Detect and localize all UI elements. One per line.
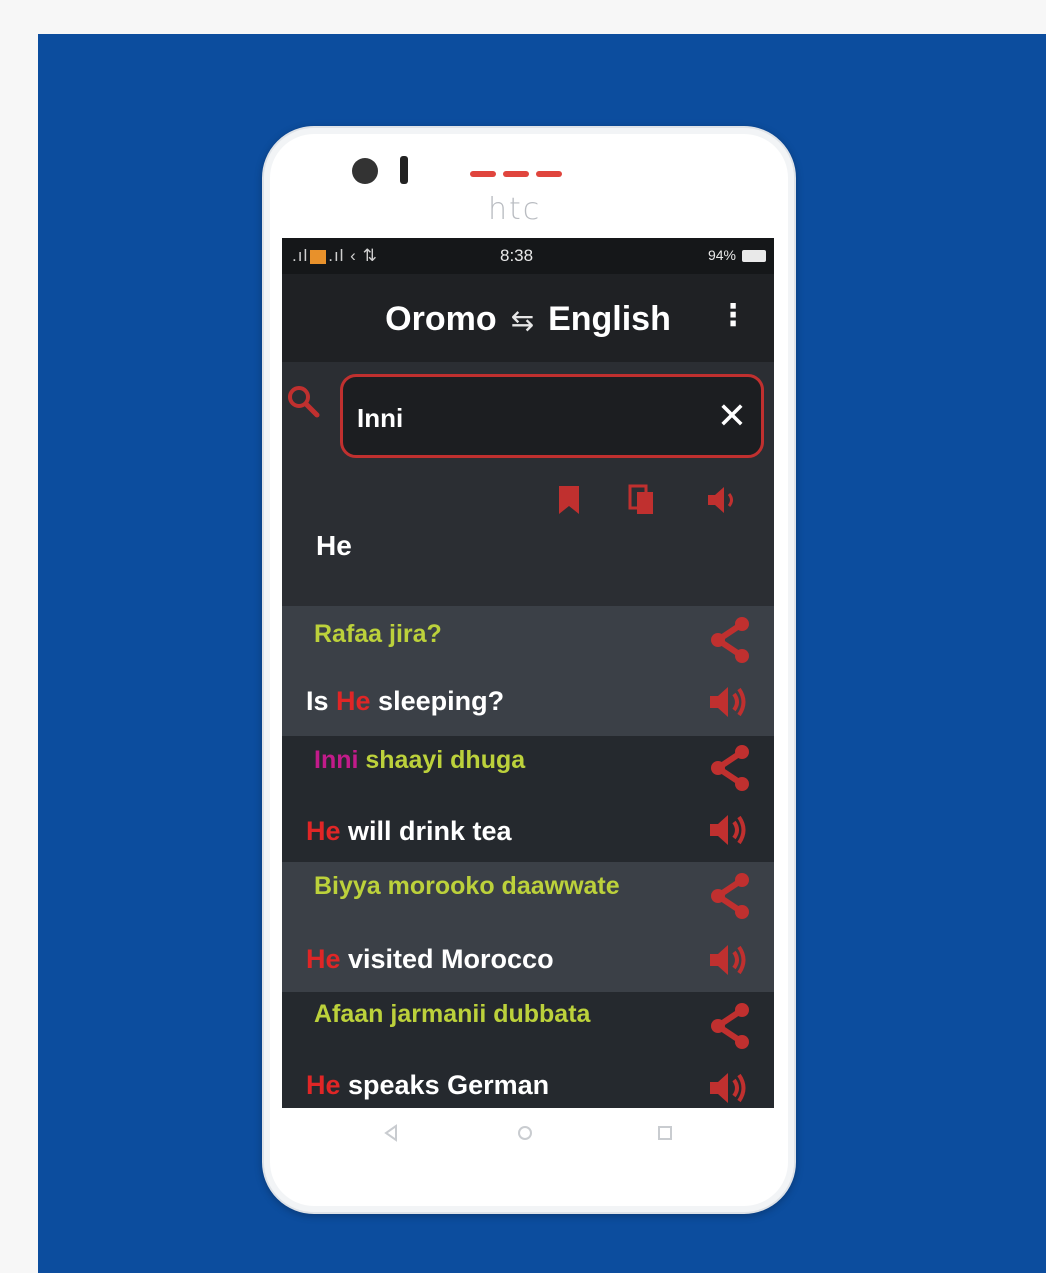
- oromo-text: shaayi dhuga: [358, 746, 526, 774]
- phrase-row[interactable]: Rafaa jira? Is He sleeping?: [282, 606, 774, 736]
- oromo-phrase: Biyya morooko daawwate: [314, 872, 620, 900]
- share-icon[interactable]: [708, 872, 752, 920]
- app-screen: .ıl .ıl ‹ ⇅ 8:38 94% Oromo ⇆ English ⋮ Inni…: [282, 238, 774, 1108]
- english-translation: He speaks German: [306, 1070, 549, 1101]
- status-time: 8:38: [500, 246, 534, 265]
- bookmark-icon[interactable]: [556, 484, 582, 516]
- english-text: Is: [306, 686, 337, 716]
- highlighted-word: He: [336, 686, 371, 716]
- battery-icon: [742, 250, 766, 262]
- search-input[interactable]: Inni ✕: [340, 374, 764, 458]
- phrase-row[interactable]: Inni shaayi dhuga He will drink tea: [282, 736, 774, 862]
- more-vert-icon[interactable]: ⋮: [718, 298, 748, 333]
- english-text: speaks German: [340, 1070, 550, 1100]
- highlighted-word: He: [306, 1070, 341, 1100]
- english-text: visited Morocco: [340, 944, 554, 974]
- search-icon[interactable]: [286, 384, 320, 418]
- english-translation: Is He sleeping?: [306, 686, 504, 717]
- phrase-row[interactable]: Biyya morooko daawwate He visited Morocc…: [282, 862, 774, 992]
- earpiece-speaker: [503, 171, 529, 177]
- earpiece-speaker: [536, 171, 562, 177]
- copy-icon[interactable]: [628, 484, 656, 516]
- english-translation: He visited Morocco: [306, 944, 554, 975]
- home-icon[interactable]: [516, 1124, 534, 1142]
- recents-icon[interactable]: [656, 1124, 674, 1142]
- english-text: will drink tea: [340, 816, 512, 846]
- english-translation: He will drink tea: [306, 816, 512, 847]
- oromo-phrase: Rafaa jira?: [314, 620, 442, 648]
- status-bar: .ıl .ıl ‹ ⇅ 8:38 94%: [282, 238, 774, 274]
- close-icon[interactable]: ✕: [717, 395, 747, 437]
- highlighted-word: Inni: [314, 746, 359, 774]
- share-icon[interactable]: [708, 1002, 752, 1050]
- battery-percent: 94%: [707, 247, 736, 263]
- speaker-icon[interactable]: [708, 942, 750, 978]
- highlighted-word: He: [306, 816, 341, 846]
- language-pair[interactable]: Oromo ⇆ English: [282, 300, 774, 339]
- phrase-row[interactable]: Afaan jarmanii dubbata He speaks German: [282, 992, 774, 1108]
- speaker-icon[interactable]: [708, 1070, 750, 1106]
- share-icon[interactable]: [708, 616, 752, 664]
- highlighted-word: He: [306, 944, 341, 974]
- device-brand: htc: [488, 192, 542, 227]
- speaker-icon[interactable]: [706, 484, 740, 516]
- target-language[interactable]: English: [548, 300, 671, 338]
- speaker-icon[interactable]: [708, 684, 750, 720]
- search-value: Inni: [357, 403, 404, 433]
- speaker-icon[interactable]: [708, 812, 750, 848]
- oromo-phrase: Inni shaayi dhuga: [314, 746, 525, 775]
- back-icon[interactable]: [382, 1124, 400, 1142]
- oromo-phrase: Afaan jarmanii dubbata: [314, 1000, 591, 1028]
- english-text: sleeping?: [370, 686, 505, 716]
- share-icon[interactable]: [708, 744, 752, 792]
- signal-icons: .ıl .ıl ‹ ⇅: [292, 246, 378, 265]
- swap-arrows-icon[interactable]: ⇆: [511, 305, 534, 336]
- source-language[interactable]: Oromo: [385, 300, 496, 338]
- headword: He: [316, 530, 352, 561]
- proximity-sensor: [400, 156, 408, 184]
- app-bar: Oromo ⇆ English ⋮: [282, 274, 774, 362]
- earpiece-speaker: [470, 171, 496, 177]
- front-camera: [352, 158, 378, 184]
